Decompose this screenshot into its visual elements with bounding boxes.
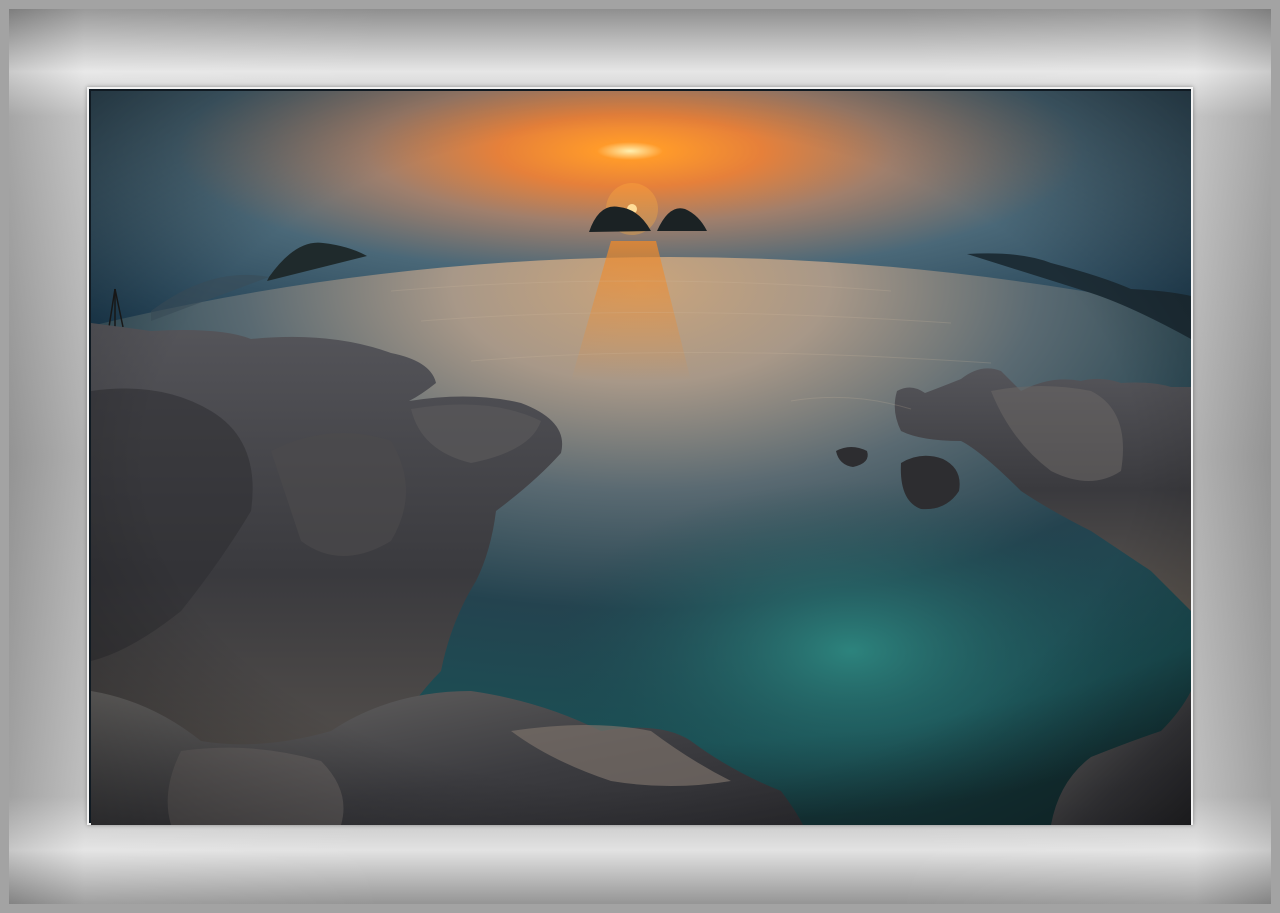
seascape-illustration (91, 91, 1191, 825)
photo-border (87, 87, 1193, 825)
sunset-seascape-photo (91, 91, 1191, 825)
